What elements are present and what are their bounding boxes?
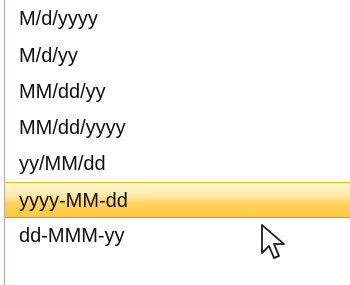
list-item-date-format[interactable]: M/d/yyyy	[5, 0, 350, 38]
list-item-date-format[interactable]: dd-MMM-yy	[5, 218, 350, 254]
list-item-date-format[interactable]: MM/dd/yyyy	[5, 110, 350, 146]
list-item-date-format-highlighted[interactable]: yyyy-MM-dd	[5, 182, 350, 218]
list-item-date-format[interactable]: M/d/yy	[5, 38, 350, 74]
list-item-date-format[interactable]: yy/MM/dd	[5, 146, 350, 182]
date-format-dropdown-list[interactable]: M/d/yyyy M/d/yy MM/dd/yy MM/dd/yyyy yy/M…	[4, 0, 350, 285]
list-item-date-format[interactable]: MM/dd/yy	[5, 74, 350, 110]
